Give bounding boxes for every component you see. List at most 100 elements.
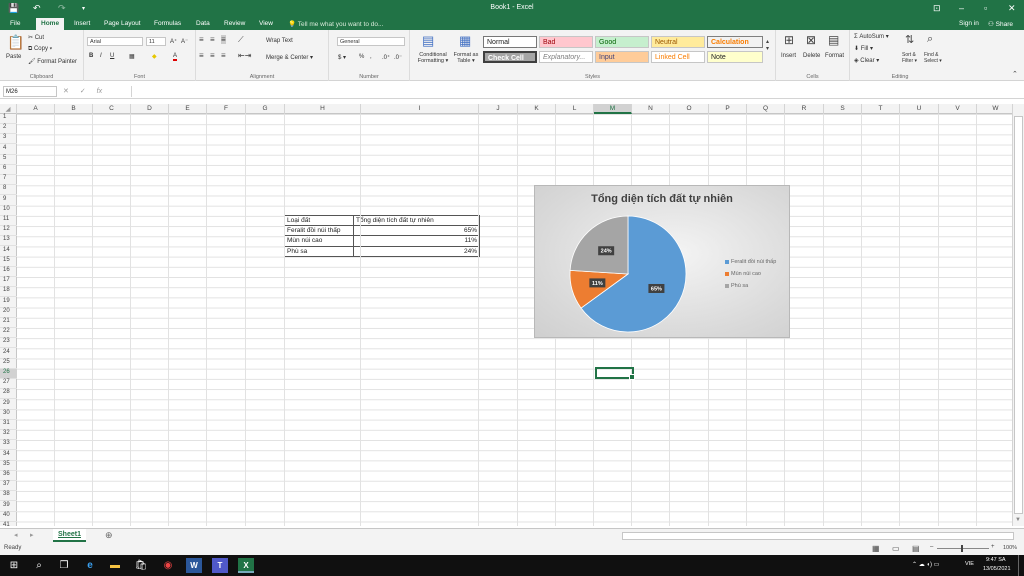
clock-date[interactable]: 13/05/2021 bbox=[983, 566, 1011, 572]
table-cell[interactable]: Phù sa bbox=[284, 245, 354, 257]
fill-button[interactable]: ⬇ Fill ▾ bbox=[854, 45, 873, 52]
column-header-p[interactable]: P bbox=[709, 104, 747, 114]
column-header-b[interactable]: B bbox=[55, 104, 93, 114]
format-as-table-icon[interactable]: ▦ bbox=[459, 33, 471, 49]
tab-review[interactable]: Review bbox=[224, 20, 245, 27]
font-name-combo[interactable]: Arial bbox=[87, 37, 143, 46]
column-header-t[interactable]: T bbox=[862, 104, 900, 114]
pie-slice[interactable] bbox=[569, 215, 629, 275]
row-header-14[interactable]: 14 bbox=[0, 247, 17, 257]
format-cells-icon[interactable]: ▤ bbox=[828, 33, 839, 47]
row-header-20[interactable]: 20 bbox=[0, 308, 17, 318]
column-header-u[interactable]: U bbox=[900, 104, 939, 114]
clock-time[interactable]: 9:47 SA bbox=[986, 557, 1006, 563]
store-icon[interactable]: 🛍 bbox=[133, 558, 149, 573]
format-button[interactable]: Format bbox=[825, 53, 844, 59]
tell-me-search[interactable]: 💡 Tell me what you want to do... bbox=[288, 20, 383, 28]
italic-button[interactable]: I bbox=[100, 53, 102, 59]
row-header-26[interactable]: 26 bbox=[0, 369, 17, 379]
enter-icon[interactable]: ✓ bbox=[80, 88, 86, 95]
show-desktop-button[interactable] bbox=[1018, 555, 1019, 576]
paste-icon[interactable]: 📋 bbox=[7, 34, 24, 51]
style-good[interactable]: Good bbox=[595, 36, 649, 48]
number-format-combo[interactable]: General bbox=[337, 37, 405, 46]
legend-entry[interactable]: Feralit đồi núi thấp bbox=[725, 256, 776, 268]
format-as-table-button[interactable]: Format as Table ▾ bbox=[450, 52, 482, 64]
table-cell[interactable]: Feralit đồi núi thấp bbox=[284, 225, 354, 237]
excel-icon[interactable]: X bbox=[238, 558, 254, 573]
style-neutral[interactable]: Neutral bbox=[651, 36, 705, 48]
style-normal[interactable]: Normal bbox=[483, 36, 537, 48]
style-calculation[interactable]: Calculation bbox=[707, 36, 763, 48]
underline-button[interactable]: U bbox=[110, 53, 114, 59]
prev-sheet-icon[interactable]: ◂ bbox=[14, 531, 18, 539]
table-header-cell[interactable]: Loại đất bbox=[284, 214, 354, 227]
insert-cells-icon[interactable]: ⊞ bbox=[784, 33, 794, 47]
row-header-15[interactable]: 15 bbox=[0, 257, 17, 267]
formula-input[interactable] bbox=[131, 86, 1019, 97]
delete-cells-icon[interactable]: ⊠ bbox=[806, 33, 816, 47]
row-header-3[interactable]: 3 bbox=[0, 134, 17, 145]
insert-button[interactable]: Insert bbox=[781, 53, 796, 59]
table-cell[interactable]: 24% bbox=[353, 245, 480, 257]
vertical-scroll-track[interactable] bbox=[1014, 116, 1023, 514]
font-color-button[interactable]: A bbox=[173, 53, 178, 61]
row-header-24[interactable]: 24 bbox=[0, 349, 17, 359]
zoom-slider[interactable] bbox=[937, 548, 989, 549]
column-header-w[interactable]: W bbox=[977, 104, 1015, 114]
row-header-27[interactable]: 27 bbox=[0, 379, 17, 390]
tray-icons[interactable]: ⌃ ☁ ◖) ▭ bbox=[912, 561, 939, 568]
format-painter-button[interactable]: 🖌 Format Painter bbox=[28, 58, 77, 65]
table-cell[interactable]: 65% bbox=[353, 225, 480, 237]
column-header-q[interactable]: Q bbox=[747, 104, 785, 114]
indent-icon[interactable]: ⇤⇥ bbox=[238, 51, 251, 60]
style-bad[interactable]: Bad bbox=[539, 36, 593, 48]
row-header-35[interactable]: 35 bbox=[0, 461, 17, 471]
column-header-d[interactable]: D bbox=[131, 104, 169, 114]
tab-data[interactable]: Data bbox=[196, 20, 210, 27]
paste-button[interactable]: Paste bbox=[6, 54, 21, 60]
select-all-corner[interactable]: ◢ bbox=[0, 104, 17, 114]
merge-center-button[interactable]: Merge & Center ▾ bbox=[266, 54, 313, 61]
tab-view[interactable]: View bbox=[259, 20, 273, 27]
column-header-e[interactable]: E bbox=[169, 104, 207, 114]
align-right-icon[interactable]: ≡ bbox=[221, 51, 226, 60]
scroll-down-icon[interactable]: ▼ bbox=[1015, 517, 1021, 523]
word-icon[interactable]: W bbox=[186, 558, 202, 573]
column-header-o[interactable]: O bbox=[670, 104, 709, 114]
page-layout-view-icon[interactable]: ▭ bbox=[892, 544, 900, 553]
row-header-29[interactable]: 29 bbox=[0, 400, 17, 410]
column-header-a[interactable]: A bbox=[17, 104, 55, 114]
row-header-19[interactable]: 19 bbox=[0, 298, 17, 308]
table-cell[interactable]: 11% bbox=[353, 235, 480, 247]
style-explanatory[interactable]: Explanatory... bbox=[539, 51, 593, 63]
row-header-12[interactable]: 12 bbox=[0, 226, 17, 237]
find-select-button[interactable]: Find & Select ▾ bbox=[924, 52, 948, 64]
windows-start-icon[interactable]: ⊞ bbox=[6, 558, 22, 573]
row-header-30[interactable]: 30 bbox=[0, 410, 17, 420]
row-header-25[interactable]: 25 bbox=[0, 359, 17, 369]
row-header-32[interactable]: 32 bbox=[0, 430, 17, 441]
search-icon[interactable]: ⌕ bbox=[31, 558, 47, 573]
percent-button[interactable]: % bbox=[359, 54, 364, 60]
currency-button[interactable]: $ ▾ bbox=[338, 54, 346, 61]
find-select-icon[interactable]: ⌕ bbox=[927, 33, 933, 46]
sheet-tab-sheet1[interactable]: Sheet1 bbox=[53, 529, 86, 542]
task-view-icon[interactable]: ❐ bbox=[56, 558, 72, 573]
top-align-icon[interactable]: ≡ bbox=[199, 35, 204, 44]
column-header-l[interactable]: L bbox=[556, 104, 594, 114]
grow-font-button[interactable]: A⁺ bbox=[170, 38, 177, 45]
insert-function-icon[interactable]: fx bbox=[97, 88, 102, 95]
table-header-cell[interactable]: Tổng diện tích đất tự nhiên bbox=[353, 214, 480, 227]
style-input[interactable]: Input bbox=[595, 51, 649, 63]
name-box[interactable]: M26 bbox=[3, 86, 57, 97]
data-label[interactable]: 24% bbox=[598, 246, 615, 256]
row-header-28[interactable]: 28 bbox=[0, 389, 17, 400]
row-header-33[interactable]: 33 bbox=[0, 440, 17, 451]
column-header-m[interactable]: M bbox=[594, 104, 632, 114]
row-header-7[interactable]: 7 bbox=[0, 175, 17, 186]
clear-button[interactable]: ◈ Clear ▾ bbox=[854, 57, 879, 64]
ribbon-options-icon[interactable]: ⊡ bbox=[933, 3, 941, 14]
row-header-4[interactable]: 4 bbox=[0, 145, 17, 155]
column-header-f[interactable]: F bbox=[207, 104, 246, 114]
